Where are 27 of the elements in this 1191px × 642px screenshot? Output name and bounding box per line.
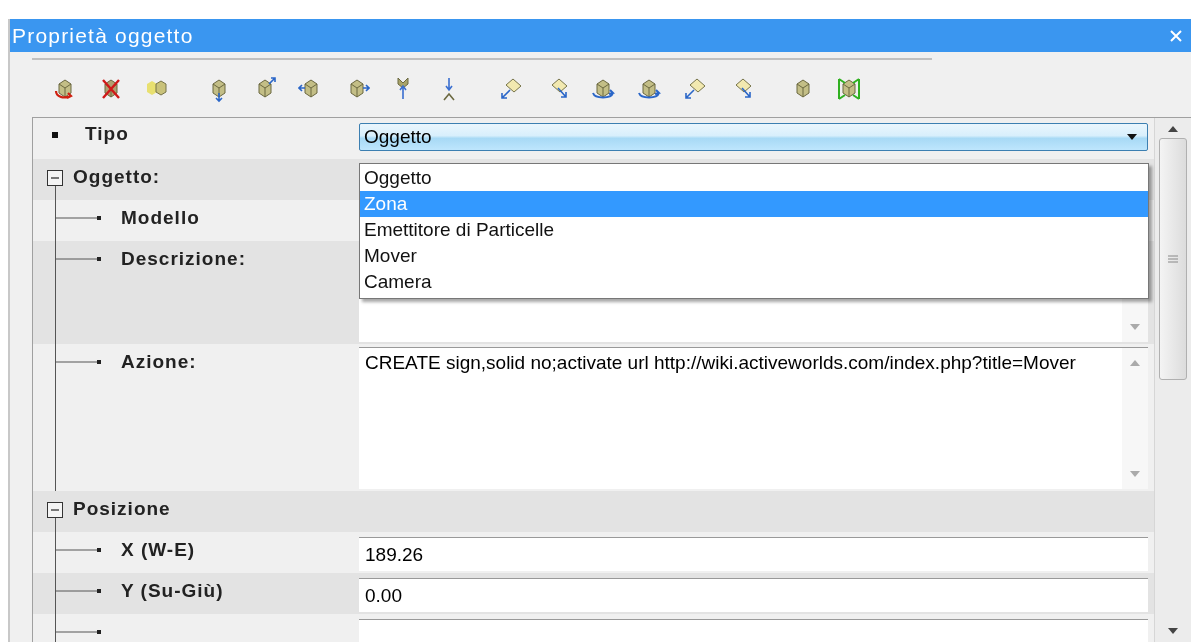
type-dropdown[interactable]: Oggetto [359,123,1148,151]
text-area[interactable]: CREATE sign,solid no;activate url http://wiki.activeworlds.com/index.php?title=Mover [359,347,1148,489]
dropdown-option[interactable]: Oggetto [360,165,1148,191]
dropdown-option[interactable]: Camera [360,269,1148,295]
property-label: Azione: [121,351,197,373]
bullet-icon [52,132,58,138]
group-label: Oggetto: [73,166,161,188]
text-field[interactable]: 189.26 [359,537,1148,571]
caret-icon [1127,134,1137,140]
down-arrow-icon[interactable] [1168,628,1178,634]
grip-icon [1168,255,1178,263]
close-icon[interactable] [1169,28,1183,43]
scrollbar-thumb[interactable] [1159,138,1187,380]
dropdown-option[interactable]: Emettitore di Particelle [360,217,1148,243]
text-field[interactable]: 0.00 [359,578,1148,612]
group-label: Posizione [73,498,171,520]
dropdown-option[interactable]: Mover [360,243,1148,269]
property-label: Y (Su-Giù) [121,580,224,602]
property-label: Modello [121,207,200,229]
property-label: Tipo [85,123,129,145]
property-label: X (W-E) [121,539,196,561]
up-arrow-icon[interactable] [1168,126,1178,132]
collapse-toggle[interactable] [47,502,63,518]
collapse-toggle[interactable] [47,170,63,186]
scrollbar[interactable] [1154,118,1191,642]
property-label: Descrizione: [121,248,246,270]
window-title: Proprietà oggetto [12,23,194,48]
